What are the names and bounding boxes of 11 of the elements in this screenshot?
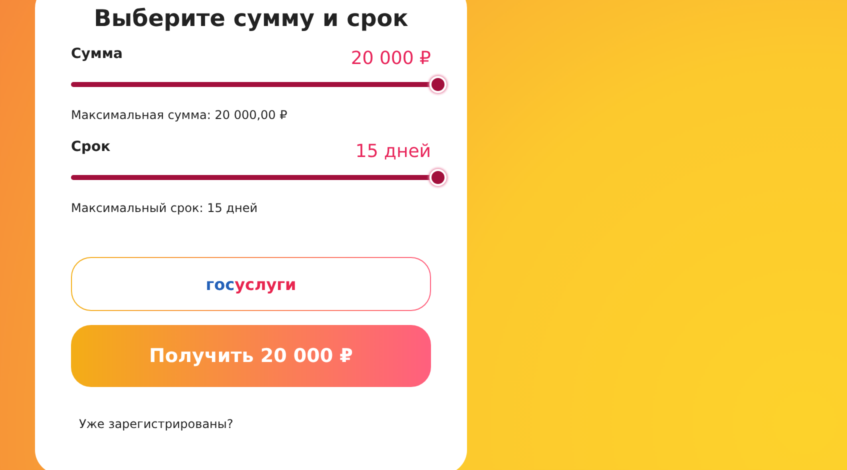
- login-prompt: Уже зарегистрированы?: [79, 417, 234, 431]
- slider-value: 15 дней: [355, 141, 431, 162]
- slider-value: 20 000 ₽: [350, 48, 431, 69]
- slider-thumb[interactable]: [430, 168, 446, 186]
- gosuslugi-button[interactable]: госуслуги: [71, 257, 431, 311]
- slider-note: Максимальная сумма: 20 000,00 ₽: [71, 108, 288, 122]
- slider-label: Срок: [71, 139, 110, 155]
- slider-note: Максимальный срок: 15 дней: [71, 201, 259, 215]
- slider-label: Сумма: [71, 46, 123, 62]
- slider-thumb[interactable]: [430, 76, 446, 92]
- form-title: Выберите сумму и срок: [92, 6, 410, 32]
